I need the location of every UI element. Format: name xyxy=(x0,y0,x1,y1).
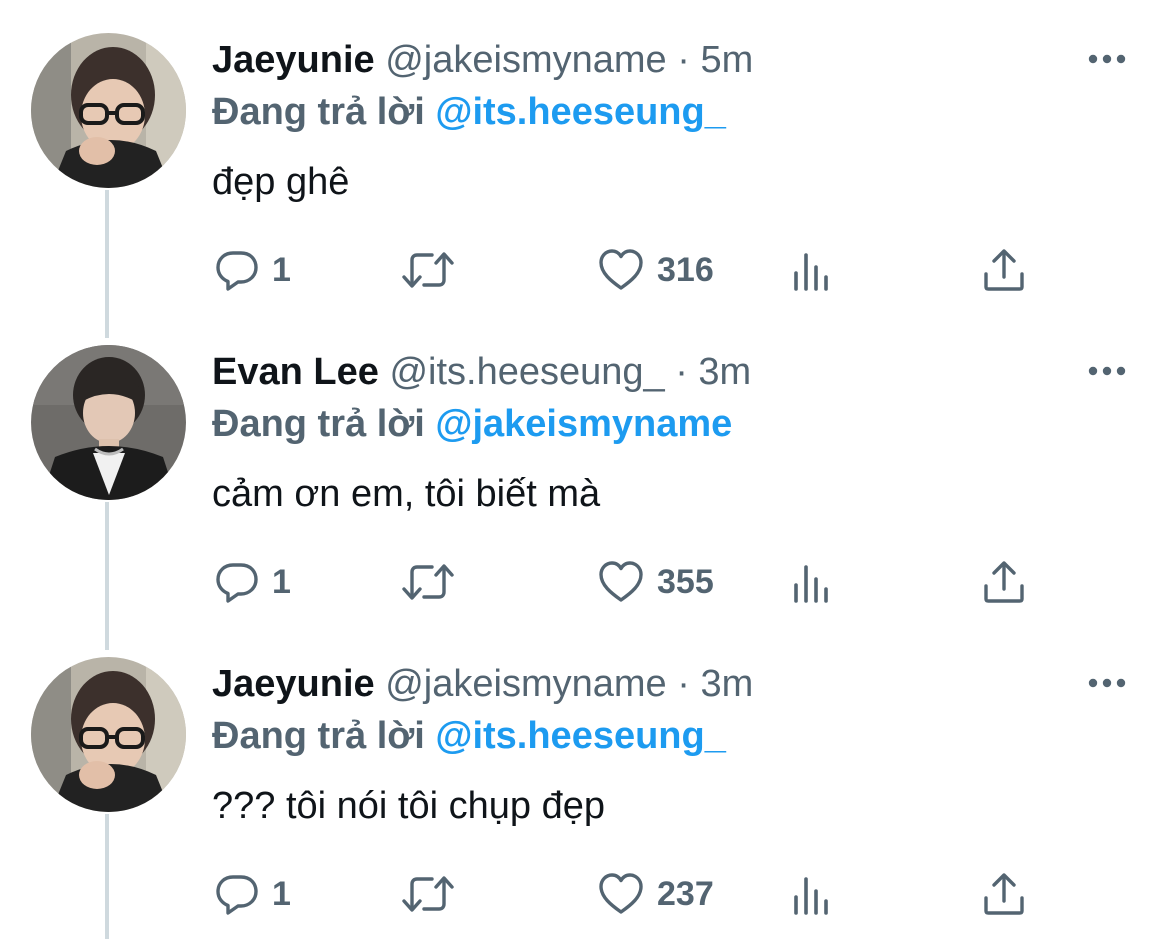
reply-bubble-icon xyxy=(216,875,258,915)
tweet-actions: 1 316 xyxy=(212,244,1052,296)
like-count: 355 xyxy=(657,563,714,601)
display-name[interactable]: Evan Lee xyxy=(212,351,379,393)
tweet-header: Jaeyunie @jakeismyname · 5m xyxy=(212,37,753,83)
separator: · xyxy=(675,351,688,393)
retweet-icon xyxy=(402,876,454,912)
tweet-actions: 1 237 xyxy=(212,868,1052,920)
like-button[interactable]: 237 xyxy=(597,868,714,920)
separator: · xyxy=(677,39,690,81)
avatar[interactable] xyxy=(31,345,186,500)
more-horizontal-icon xyxy=(1088,366,1126,376)
tweet[interactable]: Jaeyunie @jakeismyname · 5m Đang trả lời… xyxy=(0,0,1170,312)
views-button[interactable] xyxy=(790,868,832,920)
replying-to-handle[interactable]: @its.heeseung_ xyxy=(435,715,725,757)
retweet-button[interactable] xyxy=(400,244,456,296)
tweet-text: ??? tôi nói tôi chụp đẹp xyxy=(212,785,605,827)
replying-to: Đang trả lời @its.heeseung_ xyxy=(212,89,726,135)
like-button[interactable]: 355 xyxy=(597,556,714,608)
reply-bubble-icon xyxy=(216,563,258,603)
replying-to-label: Đang trả lời xyxy=(212,715,425,757)
more-horizontal-icon xyxy=(1088,678,1126,688)
heart-icon xyxy=(599,561,643,602)
share-button[interactable] xyxy=(982,556,1026,608)
tweet-header: Jaeyunie @jakeismyname · 3m xyxy=(212,661,753,707)
more-button[interactable] xyxy=(1084,44,1130,74)
display-name[interactable]: Jaeyunie xyxy=(212,663,375,705)
like-count: 316 xyxy=(657,251,714,289)
user-handle[interactable]: @jakeismyname xyxy=(385,663,666,705)
timestamp[interactable]: 3m xyxy=(698,351,751,393)
avatar[interactable] xyxy=(31,33,186,188)
retweet-button[interactable] xyxy=(400,868,456,920)
avatar[interactable] xyxy=(31,657,186,812)
views-chart-icon xyxy=(794,565,828,603)
reply-bubble-icon xyxy=(216,251,258,291)
heart-icon xyxy=(599,249,643,290)
replying-to-label: Đang trả lời xyxy=(212,91,425,133)
profile-photo-glasses xyxy=(31,33,186,188)
timestamp[interactable]: 5m xyxy=(700,39,753,81)
retweet-icon xyxy=(402,564,454,600)
like-button[interactable]: 316 xyxy=(597,244,714,296)
share-icon xyxy=(984,249,1024,291)
profile-photo-glasses xyxy=(31,657,186,812)
user-handle[interactable]: @its.heeseung_ xyxy=(389,351,664,393)
more-button[interactable] xyxy=(1084,356,1130,386)
share-icon xyxy=(984,873,1024,915)
profile-photo-dark-jacket xyxy=(31,345,186,500)
reply-count: 1 xyxy=(272,875,291,913)
retweet-button[interactable] xyxy=(400,556,456,608)
user-handle[interactable]: @jakeismyname xyxy=(385,39,666,81)
replying-to-handle[interactable]: @its.heeseung_ xyxy=(435,91,725,133)
reply-count: 1 xyxy=(272,563,291,601)
reply-button[interactable]: 1 xyxy=(214,868,291,920)
reply-count: 1 xyxy=(272,251,291,289)
more-button[interactable] xyxy=(1084,668,1130,698)
display-name[interactable]: Jaeyunie xyxy=(212,39,375,81)
separator: · xyxy=(677,663,690,705)
heart-icon xyxy=(599,873,643,914)
share-icon xyxy=(984,561,1024,603)
tweet[interactable]: Jaeyunie @jakeismyname · 3m Đang trả lời… xyxy=(0,624,1170,936)
retweet-icon xyxy=(402,252,454,288)
replying-to: Đang trả lời @jakeismyname xyxy=(212,401,732,447)
more-horizontal-icon xyxy=(1088,54,1126,64)
views-chart-icon xyxy=(794,253,828,291)
replying-to-handle[interactable]: @jakeismyname xyxy=(435,403,732,445)
reply-button[interactable]: 1 xyxy=(214,244,291,296)
like-count: 237 xyxy=(657,875,714,913)
views-button[interactable] xyxy=(790,244,832,296)
tweet-text: đẹp ghê xyxy=(212,161,350,203)
tweet-text: cảm ơn em, tôi biết mà xyxy=(212,473,601,515)
replying-to-label: Đang trả lời xyxy=(212,403,425,445)
share-button[interactable] xyxy=(982,244,1026,296)
share-button[interactable] xyxy=(982,868,1026,920)
views-chart-icon xyxy=(794,877,828,915)
reply-button[interactable]: 1 xyxy=(214,556,291,608)
tweet-actions: 1 355 xyxy=(212,556,1052,608)
views-button[interactable] xyxy=(790,556,832,608)
timestamp[interactable]: 3m xyxy=(700,663,753,705)
tweet-header: Evan Lee @its.heeseung_ · 3m xyxy=(212,349,751,395)
replying-to: Đang trả lời @its.heeseung_ xyxy=(212,713,726,759)
tweet[interactable]: Evan Lee @its.heeseung_ · 3m Đang trả lờ… xyxy=(0,312,1170,624)
